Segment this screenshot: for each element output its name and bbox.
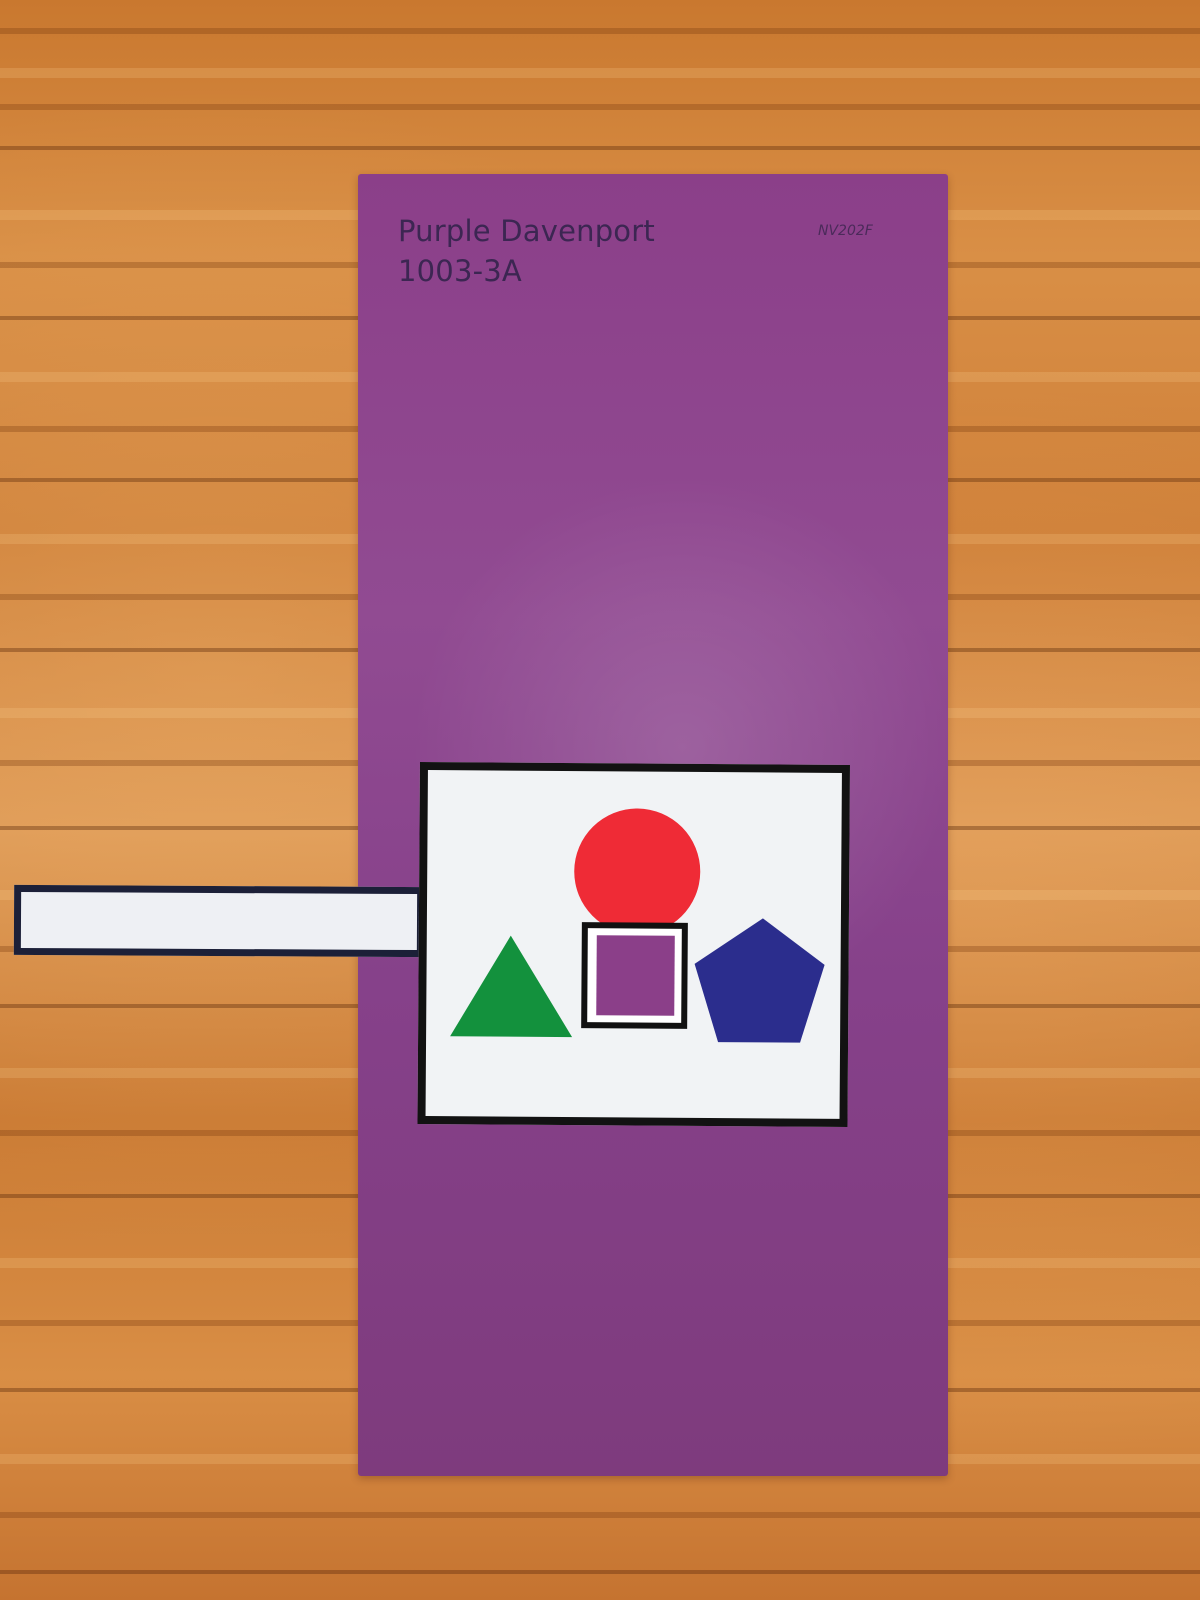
slider-handle-tab[interactable] xyxy=(13,884,425,958)
photo-scene: Purple Davenport 1003-3A NV202F xyxy=(0,0,1200,1600)
blue-pentagon-shape xyxy=(694,918,825,1043)
green-triangle-shape xyxy=(450,935,573,1038)
wood-grain-line xyxy=(0,1570,1200,1574)
paint-color-number: 1003-3A xyxy=(398,254,522,288)
square-cutout-purple xyxy=(596,935,675,1016)
paint-color-code: NV202F xyxy=(818,223,873,239)
red-circle-shape xyxy=(574,808,701,935)
shape-artwork xyxy=(450,808,825,1043)
wood-grain-line xyxy=(0,104,1200,110)
paint-color-name: Purple Davenport xyxy=(398,214,655,248)
shape-window-panel[interactable] xyxy=(417,762,850,1127)
wood-grain-line xyxy=(0,1512,1200,1518)
wood-grain-line xyxy=(0,146,1200,150)
wood-grain-line xyxy=(0,28,1200,34)
wood-grain-line xyxy=(0,68,1200,78)
